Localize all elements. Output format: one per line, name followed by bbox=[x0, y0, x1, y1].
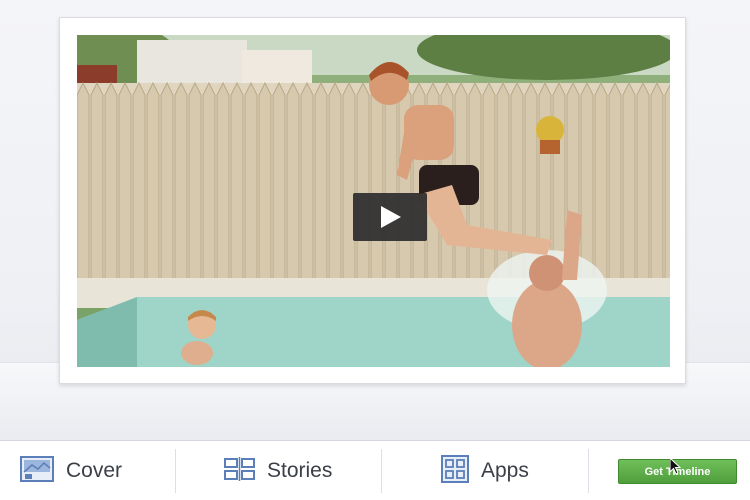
stories-icon bbox=[224, 456, 255, 485]
tab-stories[interactable]: Stories bbox=[224, 441, 332, 500]
tab-apps-label: Apps bbox=[481, 458, 529, 482]
tab-cover-label: Cover bbox=[66, 458, 123, 482]
video-frame bbox=[59, 17, 686, 384]
mouse-cursor-icon bbox=[670, 458, 682, 475]
timeline-feature-bar: Cover Stories Apps Get Timeline bbox=[0, 440, 750, 500]
apps-grid-icon bbox=[441, 454, 469, 487]
tab-divider bbox=[381, 449, 382, 493]
tab-stories-label: Stories bbox=[267, 458, 333, 482]
tab-apps[interactable]: Apps bbox=[441, 441, 529, 500]
cover-photo-icon bbox=[20, 455, 54, 486]
tab-cover[interactable]: Cover bbox=[20, 441, 122, 500]
video-thumbnail[interactable] bbox=[77, 35, 670, 367]
play-button[interactable] bbox=[353, 193, 427, 241]
tab-divider bbox=[588, 449, 589, 493]
tab-divider bbox=[175, 449, 176, 493]
play-icon bbox=[381, 206, 401, 228]
